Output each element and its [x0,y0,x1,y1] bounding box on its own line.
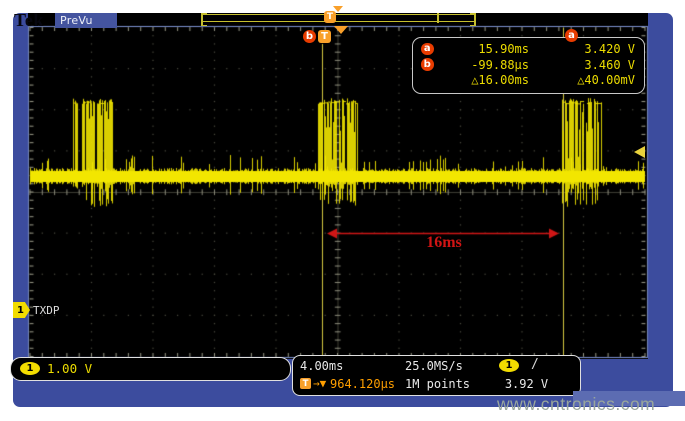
time-annotation-label: 16ms [408,234,480,252]
channel1-label: TXDP [33,304,60,317]
watermark-text: www.cntronics.com [497,394,655,415]
sample-rate-readout: 25.0MS/s [405,359,463,373]
record-view-right-bracket-icon [470,13,476,26]
cursor-a-time: 15.90ms [443,42,529,56]
trigger-source-badge: 1 [499,359,519,372]
timebase-readout: 4.00ms [300,359,343,373]
cursor-delta-time: △16.00ms [443,73,529,87]
acquisition-status-label: PreVu [55,14,93,27]
brand-logo: Tek [14,10,44,31]
readout-b-badge: b [421,58,434,71]
record-view-trigger-badge: T [324,11,336,23]
record-view-left-bracket-icon [201,13,207,26]
trigger-level-arrow-icon [634,146,645,158]
cursor-a-volt: 3.420 V [539,42,635,56]
horizontal-trigger-box: 4.00ms 25.0MS/s 1 / T →▼ 964.120µs 1M po… [292,355,581,396]
trigger-delay-readout: 964.120µs [330,377,395,391]
readout-a-badge: a [421,43,434,56]
trigger-delay-arrows-icon: →▼ [313,377,326,390]
cursor-trigger-marker: T [318,30,331,43]
record-view-cursor-tick [437,13,439,23]
trigger-slope-icon: / [531,357,539,372]
record-view-bar-bottom-line [203,21,474,22]
record-view-bar-top-line [203,14,474,15]
oscilloscope-screenshot: Tek PreVu T b T a a 15.90ms 3.420 V b -9… [0,0,685,421]
channel1-scale-box: 1 1.00 V [10,357,291,381]
channel1-badge: 1 [20,362,40,375]
trigger-delay-badge: T [300,378,311,389]
trigger-level-readout: 3.92 V [489,377,564,391]
acquisition-status-tab: PreVu [55,13,117,28]
trigger-position-marker-icon [334,26,348,34]
cursor-a-marker: a [565,29,578,42]
cursor-b-time: -99.88µs [443,58,529,72]
cursor-delta-volt: △40.00mV [539,73,635,87]
cursor-b-volt: 3.460 V [539,58,635,72]
channel1-scale: 1.00 V [47,361,92,376]
cursor-readout-box: a 15.90ms 3.420 V b -99.88µs 3.460 V △16… [412,37,645,94]
record-length-readout: 1M points [405,377,470,391]
cursor-b-marker: b [303,30,316,43]
